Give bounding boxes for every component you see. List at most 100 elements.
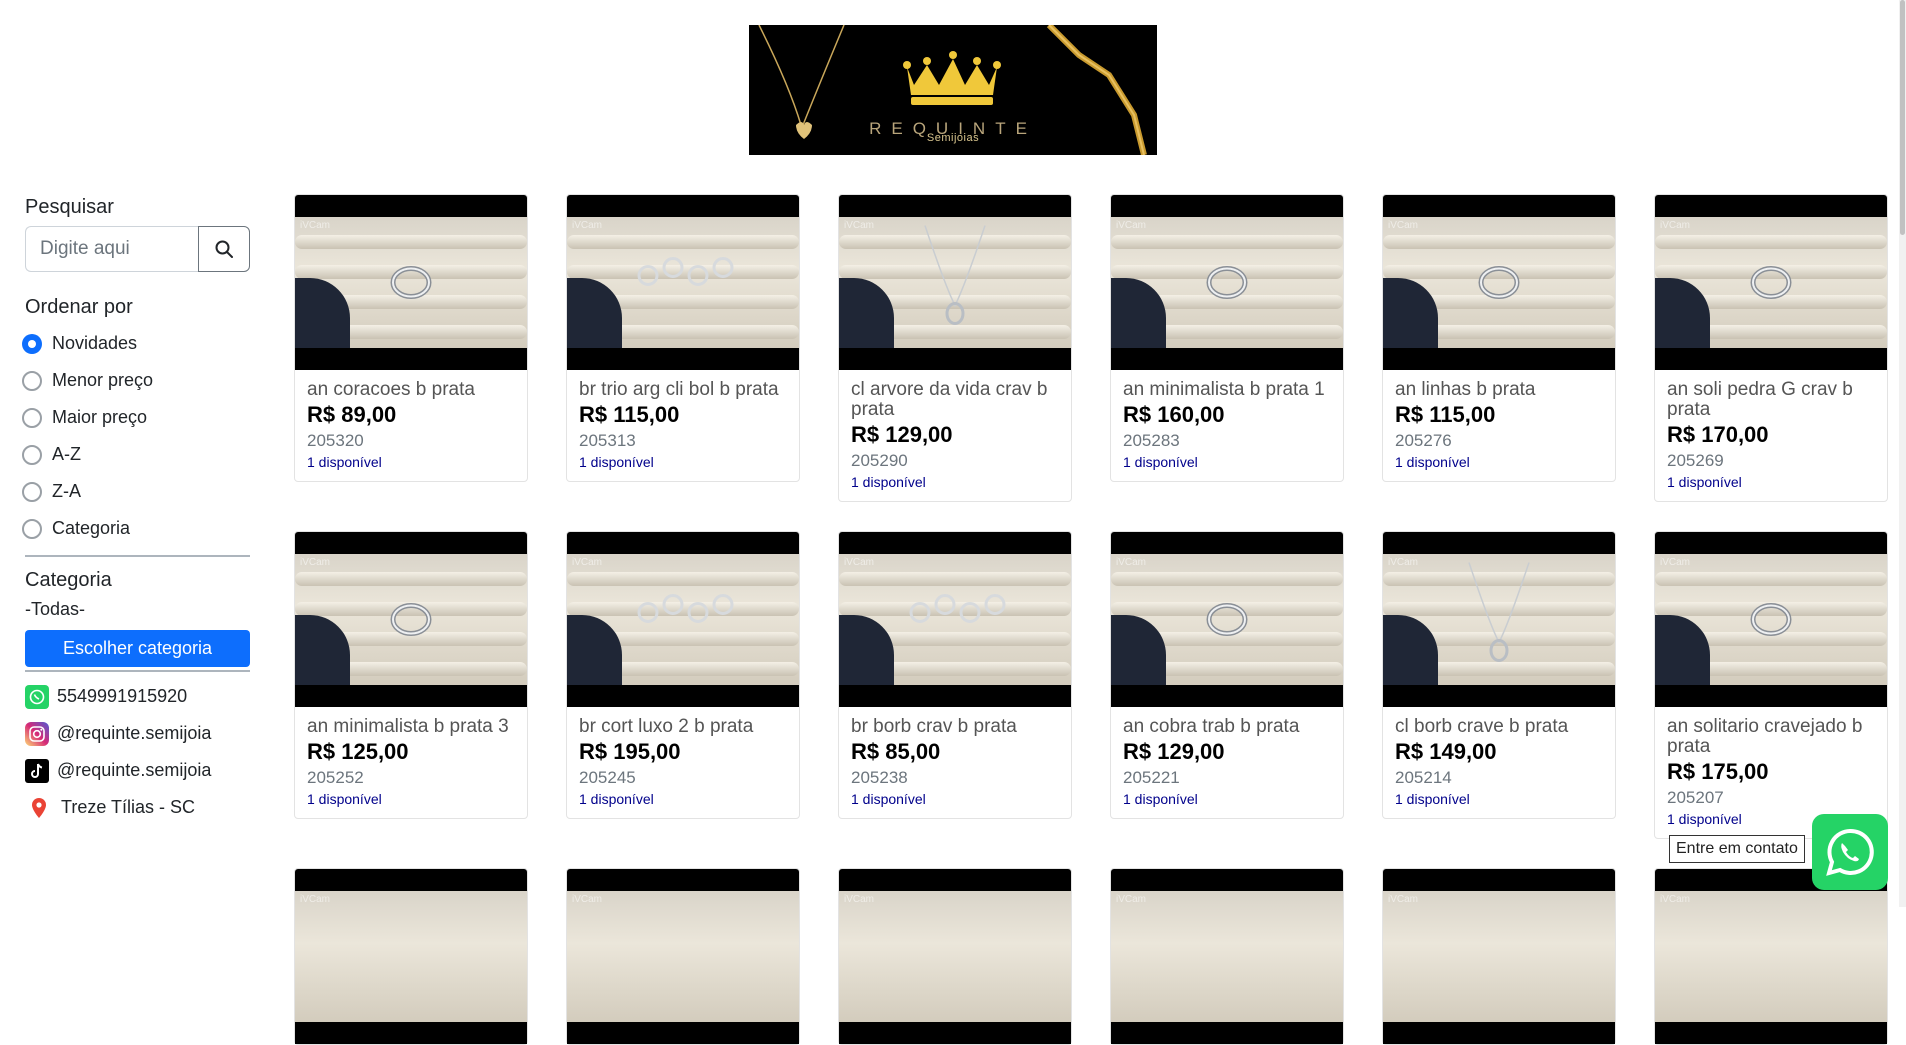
product-image[interactable]: iVCam xyxy=(295,532,527,707)
product-code: 205290 xyxy=(851,451,908,470)
product-card[interactable]: iVCam xyxy=(838,868,1072,1045)
product-photo: iVCam xyxy=(567,554,799,685)
contact-whatsapp[interactable]: 5549991915920 xyxy=(25,678,250,715)
product-image[interactable]: iVCam xyxy=(1383,869,1615,1044)
product-info: an minimalista b prata 1 R$ 160,00 205283 1… xyxy=(1111,370,1343,481)
image-watermark: iVCam xyxy=(300,557,331,568)
product-card[interactable]: iVCam xyxy=(1654,868,1888,1045)
contact-tiktok[interactable]: @requinte.semijoia xyxy=(25,752,250,789)
contact-list: 5549991915920 @requinte.semijoia @requin… xyxy=(25,678,250,826)
product-image[interactable]: iVCam xyxy=(839,869,1071,1044)
search-group xyxy=(25,226,250,272)
product-card[interactable]: iVCam an linhas b prata R$ 115,00 205276 1 d… xyxy=(1382,194,1616,482)
product-name[interactable]: br cort luxo 2 b prata xyxy=(579,717,787,737)
product-card[interactable]: iVCam xyxy=(1382,868,1616,1045)
product-image[interactable]: iVCam xyxy=(1111,195,1343,370)
contact-location[interactable]: Treze Tílias - SC xyxy=(25,789,250,826)
product-card[interactable]: iVCam an cobra trab b prata R$ 129,00 20522… xyxy=(1110,531,1344,819)
product-stock: 1 disponível xyxy=(579,791,654,807)
product-image[interactable]: iVCam xyxy=(567,532,799,707)
instagram-icon xyxy=(25,721,49,746)
product-image[interactable]: iVCam xyxy=(1655,532,1887,707)
product-card[interactable]: iVCam an coracoes b prata R$ 89,00 205320 1 … xyxy=(294,194,528,482)
product-code: 205269 xyxy=(1667,451,1724,470)
radio-button[interactable] xyxy=(22,518,42,539)
product-name[interactable]: br trio arg cli bol b prata xyxy=(579,380,787,400)
product-image[interactable]: iVCam xyxy=(1383,532,1615,707)
radio-button[interactable] xyxy=(22,407,42,428)
product-name[interactable]: cl borb crave b prata xyxy=(1395,717,1603,737)
search-button[interactable] xyxy=(198,226,250,272)
product-photo: iVCam xyxy=(839,554,1071,685)
product-photo: iVCam xyxy=(1655,217,1887,348)
product-name[interactable]: an coracoes b prata xyxy=(307,380,515,400)
product-image[interactable]: iVCam xyxy=(1383,195,1615,370)
whatsapp-icon xyxy=(25,684,49,709)
product-code: 205283 xyxy=(1123,431,1180,450)
order-options: Novidades Menor preço Maior preço A-Z Z-A Cat… xyxy=(22,325,250,547)
product-image[interactable]: iVCam xyxy=(839,532,1071,707)
radio-label: A-Z xyxy=(52,444,81,464)
product-card[interactable]: iVCam an minimalista b prata 3 R$ 125,00 20… xyxy=(294,531,528,819)
product-name[interactable]: an soli pedra G crav b prata xyxy=(1667,380,1875,420)
product-card[interactable]: iVCam br cort luxo 2 b prata R$ 195,00 2052… xyxy=(566,531,800,819)
order-option[interactable]: Z-A xyxy=(22,473,250,510)
product-card[interactable]: iVCam cl borb crave b prata R$ 149,00 20521… xyxy=(1382,531,1616,819)
product-photo: iVCam xyxy=(1383,217,1615,348)
order-option[interactable]: Menor preço xyxy=(22,362,250,399)
product-image[interactable]: iVCam xyxy=(839,195,1071,370)
product-card[interactable]: iVCam br trio arg cli bol b prata R$ 115,0… xyxy=(566,194,800,482)
product-name[interactable]: br borb crav b prata xyxy=(851,717,1059,737)
whatsapp-tooltip: Entre em contato xyxy=(1669,835,1805,863)
product-name[interactable]: cl arvore da vida crav b prata xyxy=(851,380,1059,420)
product-card[interactable]: iVCam an minimalista b prata 1 R$ 160,00 20… xyxy=(1110,194,1344,482)
category-title: Categoria xyxy=(25,569,112,591)
scrollbar-thumb[interactable] xyxy=(1900,0,1905,235)
search-input[interactable] xyxy=(25,226,198,272)
product-card[interactable]: iVCam an soli pedra G crav b prata R$ 170,… xyxy=(1654,194,1888,502)
product-stock: 1 disponível xyxy=(1667,474,1742,490)
product-image[interactable]: iVCam xyxy=(1111,869,1343,1044)
product-card[interactable]: iVCam an solitario cravejado b prata R$ 17… xyxy=(1654,531,1888,839)
page-scrollbar[interactable] xyxy=(1899,0,1906,907)
radio-button[interactable] xyxy=(22,370,42,391)
product-card[interactable]: iVCam xyxy=(566,868,800,1045)
product-image[interactable]: iVCam xyxy=(567,869,799,1044)
product-info: cl arvore da vida crav b prata R$ 129,00 2… xyxy=(839,370,1071,501)
product-image[interactable]: iVCam xyxy=(1655,869,1887,1044)
product-card[interactable]: iVCam xyxy=(294,868,528,1045)
product-name[interactable]: an linhas b prata xyxy=(1395,380,1603,400)
order-option[interactable]: Categoria xyxy=(22,510,250,547)
jewel-illustration xyxy=(376,250,446,315)
product-name[interactable]: an cobra trab b prata xyxy=(1123,717,1331,737)
product-stock: 1 disponível xyxy=(851,791,926,807)
radio-label: Menor preço xyxy=(52,370,154,390)
product-image[interactable]: iVCam xyxy=(1111,532,1343,707)
jewel-illustration xyxy=(1192,587,1262,652)
product-image[interactable]: iVCam xyxy=(1655,195,1887,370)
search-title: Pesquisar xyxy=(25,196,114,218)
current-category: -Todas- xyxy=(25,599,86,619)
product-image[interactable]: iVCam xyxy=(295,195,527,370)
jewel-illustration xyxy=(1464,250,1534,315)
product-card[interactable]: iVCam cl arvore da vida crav b prata R$ 12… xyxy=(838,194,1072,502)
radio-button[interactable] xyxy=(22,444,42,465)
order-option[interactable]: Novidades xyxy=(22,325,250,362)
product-image[interactable]: iVCam xyxy=(567,195,799,370)
product-image[interactable]: iVCam xyxy=(295,869,527,1044)
radio-button[interactable] xyxy=(22,333,42,354)
choose-category-button[interactable]: Escolher categoria xyxy=(25,630,250,667)
product-card[interactable]: iVCam xyxy=(1110,868,1344,1045)
product-name[interactable]: an minimalista b prata 1 xyxy=(1123,380,1331,400)
image-watermark: iVCam xyxy=(844,557,875,568)
order-option[interactable]: Maior preço xyxy=(22,399,250,436)
contact-instagram[interactable]: @requinte.semijoia xyxy=(25,715,250,752)
product-name[interactable]: an solitario cravejado b prata xyxy=(1667,717,1875,757)
radio-button[interactable] xyxy=(22,481,42,502)
order-option[interactable]: A-Z xyxy=(22,436,250,473)
product-price: R$ 160,00 xyxy=(1123,402,1225,427)
product-card[interactable]: iVCam br borb crav b prata R$ 85,00 205238 1… xyxy=(838,531,1072,819)
product-info: br trio arg cli bol b prata R$ 115,00 2053… xyxy=(567,370,799,481)
product-name[interactable]: an minimalista b prata 3 xyxy=(307,717,515,737)
whatsapp-float-button[interactable] xyxy=(1812,814,1888,890)
